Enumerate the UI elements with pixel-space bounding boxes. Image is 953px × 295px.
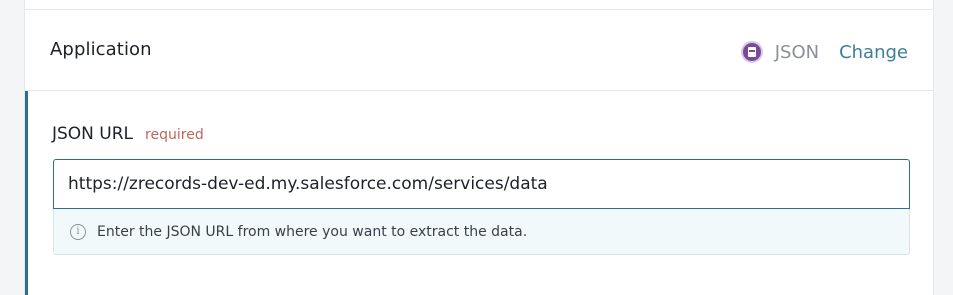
info-icon: i	[70, 223, 86, 240]
settings-card: Application JSON Change JSON URL require…	[24, 0, 934, 295]
required-badge: required	[145, 127, 204, 143]
application-row: Application JSON Change	[25, 11, 933, 91]
json-logo-icon	[740, 41, 763, 63]
json-url-label: JSON URL	[52, 124, 134, 144]
hint-text: Enter the JSON URL from where you want t…	[97, 223, 528, 240]
application-title: Application	[50, 39, 152, 60]
previous-section-divider	[25, 0, 933, 10]
json-url-input[interactable]: https://zrecords-dev-ed.my.salesforce.co…	[53, 159, 910, 209]
application-connector: JSON Change	[740, 39, 908, 65]
json-url-field-section: JSON URL required https://zrecords-dev-e…	[25, 91, 933, 295]
page: Application JSON Change JSON URL require…	[0, 0, 953, 295]
connector-name: JSON	[774, 41, 820, 63]
field-hint: i Enter the JSON URL from where you want…	[53, 209, 910, 255]
field-label-row: JSON URL required	[52, 124, 204, 144]
change-application-link[interactable]: Change	[839, 42, 908, 63]
